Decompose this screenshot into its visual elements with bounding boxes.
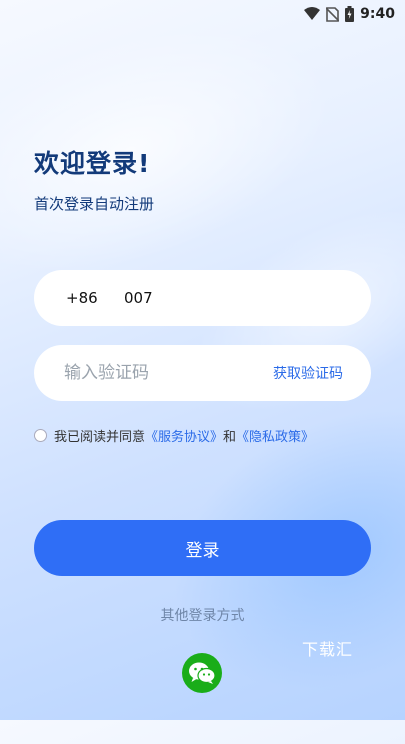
verification-code-field[interactable]: 获取验证码 <box>34 345 371 401</box>
verification-code-input[interactable] <box>62 362 236 384</box>
agreement-and: 和 <box>223 430 237 445</box>
phone-number-input[interactable]: 007 <box>124 289 153 307</box>
status-time: 9:40 <box>360 6 395 22</box>
phone-field[interactable]: +86 007 <box>34 270 371 326</box>
status-bar: 9:40 <box>0 0 405 28</box>
service-agreement-link[interactable]: 《服务协议》 <box>145 426 223 445</box>
country-code[interactable]: +86 <box>66 289 124 307</box>
wechat-login-button[interactable] <box>182 653 222 693</box>
login-button[interactable]: 登录 <box>34 520 371 576</box>
other-login-label: 其他登录方式 <box>160 608 245 624</box>
no-sim-icon <box>326 6 340 22</box>
battery-icon <box>345 6 355 22</box>
page-title: 欢迎登录! <box>34 149 151 178</box>
page-subtitle: 首次登录自动注册 <box>34 195 155 213</box>
agreement-text: 我已阅读并同意 <box>54 430 146 445</box>
agreement-row: 我已阅读并同意 《服务协议》 和 《隐私政策》 <box>34 426 314 445</box>
agree-radio[interactable] <box>34 429 47 442</box>
privacy-policy-link[interactable]: 《隐私政策》 <box>236 426 314 445</box>
wifi-icon <box>304 7 321 20</box>
watermark: 下载汇 <box>302 640 354 659</box>
wechat-icon <box>189 662 216 684</box>
get-code-button[interactable]: 获取验证码 <box>273 363 343 383</box>
